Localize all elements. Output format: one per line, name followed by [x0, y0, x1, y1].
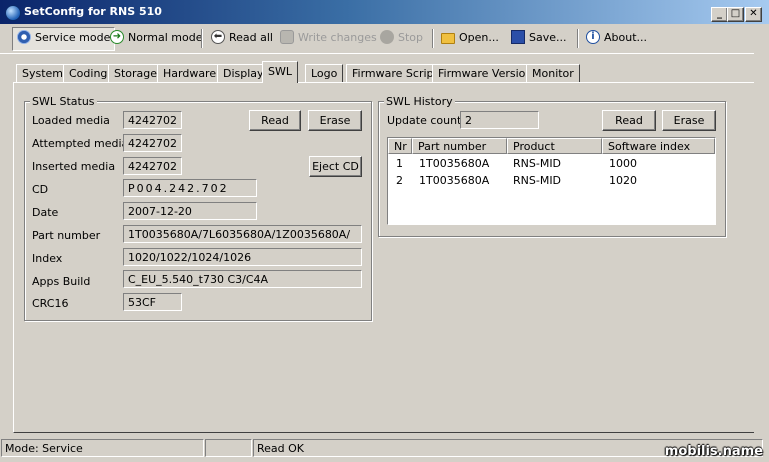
cell-product: RNS-MID	[513, 157, 562, 170]
status-mode: Mode: Service	[1, 439, 204, 457]
toolbar: Service mode ➜ Normal mode ⬅ Read all Writ…	[0, 24, 769, 54]
write-changes-label: Write changes	[298, 31, 377, 44]
update-count-field: 2	[460, 111, 539, 129]
column-header-software-index[interactable]: Software index	[602, 138, 715, 154]
floppy-icon	[511, 30, 525, 44]
table-row[interactable]: 2 1T0035680A RNS-MID 1020	[388, 173, 715, 190]
toolbar-separator	[201, 29, 203, 48]
tab-firmware-version[interactable]: Firmware Version	[432, 64, 539, 83]
window-title: SetConfig for RNS 510	[24, 5, 162, 18]
cd-field: P004.242.702	[123, 179, 257, 197]
swl-history-title: SWL History	[384, 95, 455, 108]
swl-history-read-button[interactable]: Read	[602, 110, 656, 131]
tab-swl[interactable]: SWL	[262, 61, 298, 83]
tab-coding[interactable]: Coding	[63, 64, 114, 83]
index-label: Index	[32, 252, 63, 265]
cell-software-index: 1000	[609, 157, 637, 170]
tab-monitor[interactable]: Monitor	[526, 64, 580, 83]
gear-icon	[17, 30, 31, 44]
attempted-media-label: Attempted media	[32, 137, 129, 150]
crc16-field: 53CF	[123, 293, 182, 311]
part-number-field: 1T0035680A/7L6035680A/1Z0035680A/	[123, 225, 362, 243]
service-mode-label: Service mode	[35, 31, 111, 44]
tab-storage[interactable]: Storage	[108, 64, 164, 83]
about-label: About...	[604, 31, 648, 44]
inserted-media-label: Inserted media	[32, 160, 116, 173]
close-button[interactable]: ✕	[745, 7, 762, 22]
tab-logo[interactable]: Logo	[305, 64, 344, 83]
column-header-part-number[interactable]: Part number	[412, 138, 507, 154]
swl-status-erase-button[interactable]: Erase	[308, 110, 362, 131]
normal-mode-button[interactable]: ➜ Normal mode	[106, 27, 207, 49]
eject-cd-button[interactable]: Eject CD	[309, 156, 362, 177]
loaded-media-label: Loaded media	[32, 114, 110, 127]
service-mode-button[interactable]: Service mode	[12, 27, 116, 51]
cell-nr: 1	[396, 157, 403, 170]
update-count-label: Update count	[387, 114, 462, 127]
write-changes-button[interactable]: Write changes	[276, 27, 381, 49]
swl-status-title: SWL Status	[30, 95, 97, 108]
swl-status-read-button[interactable]: Read	[249, 110, 301, 131]
minimize-button[interactable]: _	[711, 7, 728, 22]
arrow-right-icon: ➜	[110, 30, 124, 44]
status-middle	[205, 439, 252, 457]
part-number-label: Part number	[32, 229, 101, 242]
cell-part-number: 1T0035680A	[419, 174, 490, 187]
cell-part-number: 1T0035680A	[419, 157, 490, 170]
tab-system[interactable]: System	[16, 64, 70, 83]
column-header-nr[interactable]: Nr	[388, 138, 412, 154]
app-icon	[5, 5, 21, 21]
cell-software-index: 1020	[609, 174, 637, 187]
save-label: Save...	[529, 31, 567, 44]
swl-history-erase-button[interactable]: Erase	[662, 110, 716, 131]
cell-nr: 2	[396, 174, 403, 187]
status-bar: Mode: Service Read OK mobilis.name	[0, 437, 769, 462]
date-label: Date	[32, 206, 59, 219]
swl-history-table[interactable]: Nr Part number Product Software index 1 …	[387, 137, 716, 225]
inserted-media-field: 4242702	[123, 157, 182, 175]
loaded-media-field: 4242702	[123, 111, 182, 129]
toolbar-separator	[577, 29, 579, 48]
info-icon: i	[586, 30, 600, 44]
watermark: mobilis.name	[664, 444, 763, 459]
open-label: Open...	[459, 31, 499, 44]
save-button[interactable]: Save...	[507, 27, 571, 49]
date-field: 2007-12-20	[123, 202, 257, 220]
open-button[interactable]: Open...	[437, 27, 503, 49]
column-header-product[interactable]: Product	[507, 138, 602, 154]
tab-hardware[interactable]: Hardware	[157, 64, 223, 83]
stop-icon	[380, 30, 394, 44]
crc16-label: CRC16	[32, 297, 69, 310]
read-all-label: Read all	[229, 31, 273, 44]
arrow-left-icon: ⬅	[211, 30, 225, 44]
cell-product: RNS-MID	[513, 174, 562, 187]
toolbar-separator	[432, 29, 434, 48]
table-row[interactable]: 1 1T0035680A RNS-MID 1000	[388, 156, 715, 173]
folder-icon	[441, 32, 455, 44]
attempted-media-field: 4242702	[123, 134, 182, 152]
stop-button[interactable]: Stop	[376, 27, 427, 49]
write-icon	[280, 30, 294, 44]
stop-label: Stop	[398, 31, 424, 44]
read-all-button[interactable]: ⬅ Read all	[207, 27, 277, 49]
apps-build-label: Apps Build	[32, 275, 91, 288]
window-edge	[754, 53, 769, 437]
cd-label: CD	[32, 183, 49, 196]
normal-mode-label: Normal mode	[128, 31, 203, 44]
maximize-button[interactable]: □	[727, 7, 744, 22]
apps-build-field: C_EU_5.540_t730 C3/C4A	[123, 270, 362, 288]
index-field: 1020/1022/1024/1026	[123, 248, 362, 266]
tab-firmware-script[interactable]: Firmware Script	[346, 64, 444, 83]
title-bar[interactable]: SetConfig for RNS 510 _ □ ✕	[0, 0, 769, 24]
about-button[interactable]: i About...	[582, 27, 651, 49]
